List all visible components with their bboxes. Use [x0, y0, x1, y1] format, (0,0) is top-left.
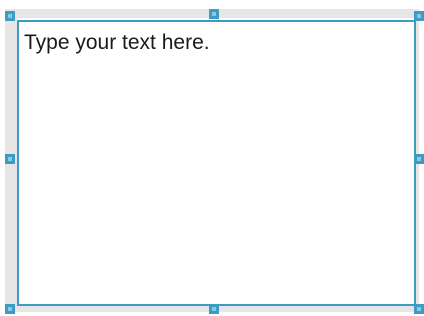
resize-handle-middle-left[interactable] — [5, 154, 15, 164]
resize-handle-bottom-right[interactable] — [414, 304, 424, 314]
resize-handle-top-center[interactable] — [209, 9, 219, 19]
resize-handle-bottom-center[interactable] — [209, 304, 219, 314]
resize-handle-bottom-left[interactable] — [5, 304, 15, 314]
text-box-content[interactable]: Type your text here. — [24, 31, 210, 55]
resize-handle-top-left[interactable] — [5, 11, 15, 21]
text-box[interactable]: Type your text here. — [17, 20, 416, 306]
resize-handle-middle-right[interactable] — [414, 154, 424, 164]
resize-handle-top-right[interactable] — [414, 11, 424, 21]
editor-canvas: Type your text here. — [0, 0, 424, 316]
